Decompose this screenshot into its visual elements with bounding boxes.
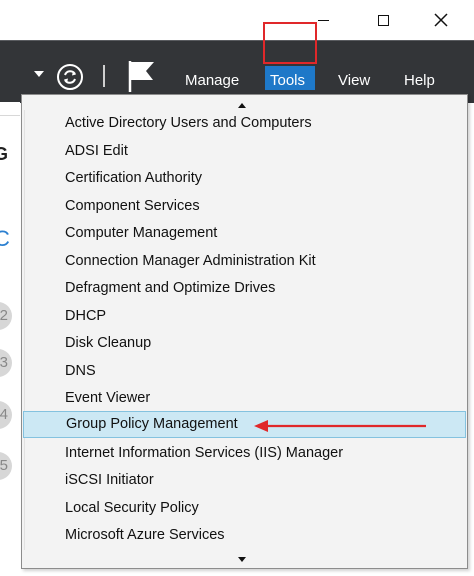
- menu-tools[interactable]: Tools: [270, 72, 305, 89]
- background-heading-fragment: G: [0, 144, 9, 164]
- menu-item-label: DHCP: [65, 308, 107, 324]
- menu-help[interactable]: Help: [404, 72, 435, 89]
- flag-icon[interactable]: [126, 59, 158, 93]
- menu-item-label: Defragment and Optimize Drives: [65, 280, 276, 296]
- menu-item-dns[interactable]: DNS: [23, 358, 466, 385]
- menu-item-defragment-and-optimize-drives[interactable]: Defragment and Optimize Drives: [23, 275, 466, 302]
- toolbar-separator: [103, 65, 105, 87]
- menu-item-label: Event Viewer: [65, 390, 151, 406]
- menu-item-internet-information-services-manager[interactable]: Internet Information Services (IIS) Mana…: [23, 440, 466, 467]
- menu-item-adsi-edit[interactable]: ADSI Edit: [23, 138, 466, 165]
- background-panel: [0, 102, 20, 576]
- menu-item-label: Computer Management: [65, 225, 218, 241]
- menu-item-component-services[interactable]: Component Services: [23, 193, 466, 220]
- menu-item-label: Component Services: [65, 198, 200, 214]
- annotation-arrow-icon: [254, 420, 426, 432]
- menu-item-label: DNS: [65, 363, 96, 379]
- menu-item-label: Internet Information Services (IIS) Mana…: [65, 445, 344, 461]
- menu-item-label: Certification Authority: [65, 170, 203, 186]
- menu-item-iscsi-initiator[interactable]: iSCSI Initiator: [23, 467, 466, 494]
- menu-manage[interactable]: Manage: [185, 72, 239, 89]
- menu-item-microsoft-azure-services[interactable]: Microsoft Azure Services: [23, 522, 466, 549]
- menu-view[interactable]: View: [338, 72, 370, 89]
- menu-item-dhcp[interactable]: DHCP: [23, 303, 466, 330]
- menu-item-computer-management[interactable]: Computer Management: [23, 220, 466, 247]
- menu-item-local-security-policy[interactable]: Local Security Policy: [23, 495, 466, 522]
- scroll-up-arrow-icon[interactable]: [238, 103, 246, 108]
- background-divider: [0, 115, 20, 116]
- menu-item-label: Active Directory Users and Computers: [65, 115, 312, 131]
- menu-item-label: Microsoft Azure Services: [65, 527, 225, 543]
- menu-item-label: ADSI Edit: [65, 143, 128, 159]
- menu-item-label: iSCSI Initiator: [65, 472, 154, 488]
- close-button[interactable]: [418, 4, 464, 36]
- maximize-icon: [377, 14, 389, 26]
- menu-item-label: Group Policy Management: [66, 416, 238, 432]
- tools-highlight-box: [263, 22, 317, 64]
- menu-item-label: Connection Manager Administration Kit: [65, 253, 316, 269]
- title-bar: [0, 0, 474, 40]
- background-c-icon: C: [0, 226, 10, 251]
- menu-item-disk-cleanup[interactable]: Disk Cleanup: [23, 330, 466, 357]
- menu-item-certification-authority[interactable]: Certification Authority: [23, 165, 466, 192]
- maximize-button[interactable]: [360, 4, 406, 36]
- menu-item-active-directory-users-and-computers[interactable]: Active Directory Users and Computers: [23, 110, 466, 137]
- minimize-icon: [317, 19, 329, 21]
- close-icon: [434, 13, 448, 27]
- scroll-down-arrow-icon[interactable]: [238, 557, 246, 562]
- dropdown-caret-icon[interactable]: [34, 71, 44, 77]
- refresh-icon[interactable]: [56, 63, 84, 91]
- menu-item-label: Disk Cleanup: [65, 335, 152, 351]
- menu-item-connection-manager-administration-kit[interactable]: Connection Manager Administration Kit: [23, 248, 466, 275]
- menu-item-label: Local Security Policy: [65, 500, 199, 516]
- menu-item-event-viewer[interactable]: Event Viewer: [23, 385, 466, 412]
